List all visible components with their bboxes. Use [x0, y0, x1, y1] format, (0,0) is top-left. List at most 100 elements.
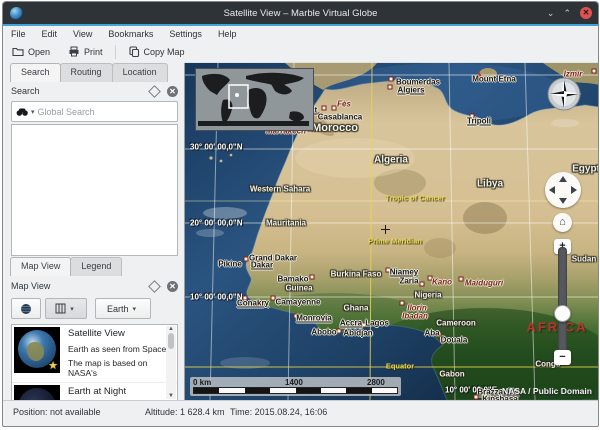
- map-label-algiers: Algiers: [397, 86, 424, 95]
- print-button[interactable]: Print: [59, 46, 112, 57]
- placemark-marker-conakry[interactable]: [243, 296, 248, 301]
- close-panel-icon[interactable]: ✕: [167, 281, 178, 292]
- map-label-africa: AFRICA: [526, 320, 587, 335]
- placemark-marker-camayenne[interactable]: [271, 296, 276, 301]
- close-panel-icon[interactable]: ✕: [167, 86, 178, 97]
- sidebar: Search Routing Location Search ✕ ▾ Globa…: [3, 62, 184, 400]
- search-mode-caret-icon[interactable]: ▾: [31, 108, 35, 116]
- map-label-tropic-of-cancer: Tropic of Cancer: [385, 194, 444, 203]
- placemark-marker-kinshasa[interactable]: [474, 395, 479, 400]
- placemark-marker-boumerdas[interactable]: [389, 77, 394, 82]
- placemark-marker-dakar[interactable]: [256, 257, 261, 262]
- placemark-marker-zaria[interactable]: [420, 282, 425, 287]
- menu-settings[interactable]: Settings: [161, 29, 210, 39]
- pan-up-icon[interactable]: [559, 176, 567, 182]
- map-label-monrovia: Monrovia: [296, 314, 332, 323]
- map-label-sudan: Sudan: [572, 255, 596, 264]
- zoom-slider-handle[interactable]: [554, 305, 571, 322]
- scroll-up-icon[interactable]: ▲: [168, 326, 174, 332]
- placemark-marker-rabat[interactable]: [322, 106, 327, 111]
- menu-file[interactable]: File: [3, 29, 34, 39]
- placemark-marker-algiers[interactable]: [388, 85, 393, 90]
- maximize-button[interactable]: ⌃: [563, 9, 571, 18]
- tab-map-view[interactable]: Map View: [10, 257, 71, 276]
- pan-right-icon[interactable]: [571, 186, 577, 194]
- search-panel-title: Search: [11, 86, 150, 96]
- tab-routing[interactable]: Routing: [60, 63, 113, 82]
- pan-left-icon[interactable]: [549, 186, 555, 194]
- placemark-marker-casablanca[interactable]: [318, 113, 323, 118]
- map-label-maiduguri: Maiduguri: [465, 279, 503, 288]
- placemark-marker-grand-dakar[interactable]: [244, 257, 249, 262]
- marble-window: Satellite View – Marble Virtual Globe ⌄ …: [2, 1, 599, 427]
- theme-thumbnail: [14, 385, 60, 401]
- placemark-marker-niamey[interactable]: [386, 268, 391, 273]
- home-button[interactable]: ⌂: [553, 213, 572, 232]
- map-label-kano: Kano: [432, 278, 452, 287]
- map-label-ibadan: Ibadan: [402, 312, 428, 321]
- map-label-morocco: Morocco: [312, 122, 358, 134]
- tab-location[interactable]: Location: [112, 63, 168, 82]
- placemark-marker-aba[interactable]: [437, 332, 442, 337]
- scroll-down-icon[interactable]: ▼: [168, 393, 174, 399]
- projection-grid-icon: [55, 303, 66, 314]
- celestial-body-button[interactable]: [11, 298, 41, 319]
- placemark-marker-izmir[interactable]: [592, 69, 597, 74]
- float-panel-icon[interactable]: [148, 85, 161, 98]
- placemark-marker-kano[interactable]: [428, 276, 433, 281]
- placemark-marker-maiduguri[interactable]: [459, 277, 464, 282]
- search-placeholder: Global Search: [38, 107, 95, 117]
- overview-map[interactable]: [195, 68, 314, 131]
- zoom-out-button[interactable]: −: [554, 350, 571, 365]
- float-panel-icon[interactable]: [148, 280, 161, 293]
- placemark-marker-bamako[interactable]: [310, 275, 315, 280]
- map-canvas[interactable]: 30° 00' 00,0"N20° 00' 00,0"N10° 00' 00,0…: [184, 63, 599, 400]
- map-label-cameroon: Cameroon: [436, 319, 476, 328]
- theme-list-scrollbar[interactable]: ▲ ▼: [166, 326, 176, 399]
- placemark-marker-tripoli[interactable]: [470, 114, 475, 119]
- close-button[interactable]: ✕: [580, 7, 592, 19]
- placemark-marker-f-s[interactable]: [332, 106, 337, 111]
- tab-legend[interactable]: Legend: [70, 257, 122, 276]
- title-bar[interactable]: Satellite View – Marble Virtual Globe ⌄ …: [3, 2, 598, 24]
- pan-down-icon[interactable]: [559, 198, 567, 204]
- map-label-f-s: Fès: [337, 100, 351, 109]
- favorite-star-icon[interactable]: ★: [48, 359, 58, 372]
- map-label-ilorin: Ilorin: [407, 304, 427, 313]
- copy-map-button[interactable]: Copy Map: [119, 46, 194, 57]
- theme-item-earth-at-night[interactable]: Earth at Night This image of Earth's cit…: [12, 383, 177, 401]
- scrollbar-handle[interactable]: [168, 333, 174, 349]
- map-label-pikine: Pikine: [218, 260, 242, 269]
- menu-help[interactable]: Help: [210, 29, 245, 39]
- map-label-30-00-00-0-n: 30° 00' 00,0"N: [190, 143, 242, 152]
- menu-view[interactable]: View: [65, 29, 100, 39]
- compass-rose[interactable]: [547, 77, 581, 111]
- scale-start: 0 km: [193, 378, 211, 387]
- binoculars-icon: [16, 107, 29, 117]
- map-label-douala: Douala: [441, 336, 468, 345]
- search-results-list[interactable]: [11, 124, 178, 256]
- tab-search[interactable]: Search: [10, 63, 61, 82]
- zoom-slider-track[interactable]: [558, 247, 567, 361]
- menu-bookmarks[interactable]: Bookmarks: [100, 29, 161, 39]
- map-label-western-sahara: Western Sahara: [250, 185, 310, 194]
- menu-bar: File Edit View Bookmarks Settings Help: [3, 26, 598, 41]
- placemark-marker-monrovia[interactable]: [294, 314, 299, 319]
- placemark-marker-accra[interactable]: [362, 323, 367, 328]
- mapview-controls: ▾ Earth ▾: [11, 298, 151, 319]
- search-input[interactable]: ▾ Global Search: [11, 101, 178, 122]
- placemark-marker-abobo[interactable]: [337, 329, 342, 334]
- placemark-marker-ilorin[interactable]: [400, 301, 405, 306]
- theme-item-satellite-view[interactable]: ★ Satellite View Earth as seen from Spac…: [12, 325, 177, 383]
- open-button[interactable]: Open: [3, 46, 59, 57]
- minimize-button[interactable]: ⌄: [547, 9, 555, 18]
- chevron-down-icon: ▾: [133, 305, 137, 313]
- volcano-marker-mount-etna[interactable]: [475, 72, 483, 79]
- placemark-marker-douala[interactable]: [440, 339, 445, 344]
- celestial-select[interactable]: Earth ▾: [95, 298, 151, 319]
- scale-mid: 1400: [285, 378, 303, 387]
- pan-dpad[interactable]: [545, 172, 581, 208]
- projection-button[interactable]: ▾: [45, 298, 87, 319]
- placemark-marker-brazzaville[interactable]: [480, 392, 485, 397]
- menu-edit[interactable]: Edit: [34, 29, 66, 39]
